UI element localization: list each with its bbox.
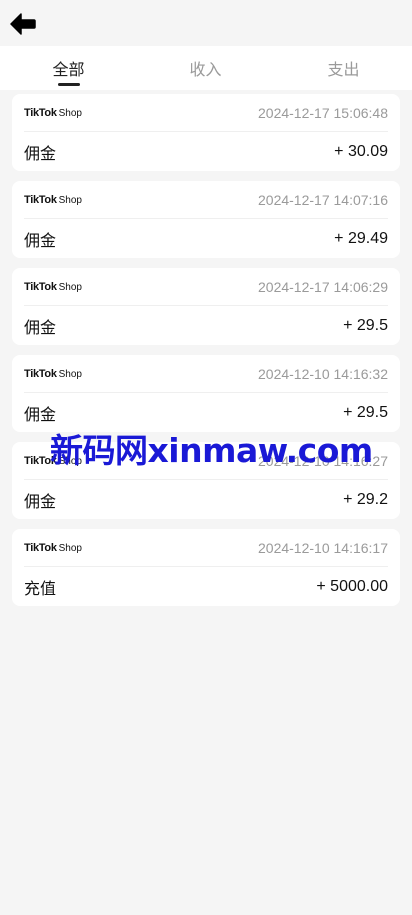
brand-sub: Shop (58, 194, 82, 206)
brand-name: TikTok (24, 541, 57, 554)
card-body: 佣金 + 29.49 (24, 219, 388, 258)
transaction-card[interactable]: TikTok Shop 2024-12-10 14:16:27 佣金 + 29.… (12, 442, 400, 519)
card-body: 佣金 + 29.5 (24, 393, 388, 432)
transaction-type: 佣金 (24, 491, 57, 511)
transaction-type: 佣金 (24, 317, 57, 337)
active-tab-indicator (57, 83, 80, 86)
tiktok-shop-logo: TikTok Shop (24, 107, 82, 119)
transaction-type: 佣金 (24, 404, 57, 424)
transaction-card[interactable]: TikTok Shop 2024-12-17 14:07:16 佣金 + 29.… (12, 181, 400, 258)
card-header: TikTok Shop 2024-12-17 14:06:29 (24, 268, 388, 306)
card-header: TikTok Shop 2024-12-10 14:16:32 (24, 355, 388, 393)
brand-sub: Shop (58, 107, 82, 119)
transaction-type: 佣金 (24, 230, 57, 250)
transaction-time: 2024-12-10 14:16:32 (258, 365, 388, 382)
tab-income[interactable]: 收入 (137, 46, 274, 90)
tiktok-shop-logo: TikTok Shop (24, 455, 82, 467)
transaction-list: TikTok Shop 2024-12-17 15:06:48 佣金 + 30.… (12, 94, 400, 616)
tab-all-label: 全部 (52, 60, 85, 79)
brand-name: TikTok (24, 106, 57, 119)
transaction-card[interactable]: TikTok Shop 2024-12-17 14:06:29 佣金 + 29.… (12, 268, 400, 345)
tiktok-shop-logo: TikTok Shop (24, 542, 82, 554)
transaction-card[interactable]: TikTok Shop 2024-12-17 15:06:48 佣金 + 30.… (12, 94, 400, 171)
tab-expense-label: 支出 (327, 60, 360, 79)
card-header: TikTok Shop 2024-12-17 15:06:48 (24, 94, 388, 132)
tab-expense[interactable]: 支出 (275, 46, 412, 90)
brand-sub: Shop (58, 368, 82, 380)
card-body: 佣金 + 29.5 (24, 306, 388, 345)
card-body: 佣金 + 29.2 (24, 480, 388, 519)
transaction-time: 2024-12-17 14:07:16 (258, 191, 388, 208)
brand-name: TikTok (24, 280, 57, 293)
brand-name: TikTok (24, 454, 57, 467)
transaction-amount: + 29.5 (343, 316, 388, 334)
transaction-amount: + 5000.00 (316, 577, 388, 595)
tiktok-shop-logo: TikTok Shop (24, 194, 82, 206)
transaction-amount: + 29.49 (334, 229, 388, 247)
transaction-type: 佣金 (24, 143, 57, 163)
top-bar (0, 0, 412, 46)
transaction-amount: + 29.2 (343, 490, 388, 508)
brand-sub: Shop (58, 542, 82, 554)
transaction-type: 充值 (24, 578, 57, 598)
card-body: 充值 + 5000.00 (24, 567, 388, 606)
transaction-card[interactable]: TikTok Shop 2024-12-10 14:16:17 充值 + 500… (12, 529, 400, 606)
tab-all[interactable]: 全部 (0, 46, 137, 90)
tiktok-shop-logo: TikTok Shop (24, 281, 82, 293)
transaction-amount: + 29.5 (343, 403, 388, 421)
brand-sub: Shop (58, 281, 82, 293)
filter-tabs: 全部 收入 支出 (0, 46, 412, 90)
card-body: 佣金 + 30.09 (24, 132, 388, 171)
transaction-amount: + 30.09 (334, 142, 388, 160)
card-header: TikTok Shop 2024-12-10 14:16:27 (24, 442, 388, 480)
transaction-time: 2024-12-10 14:16:17 (258, 539, 388, 556)
transaction-time: 2024-12-10 14:16:27 (258, 452, 388, 469)
card-header: TikTok Shop 2024-12-17 14:07:16 (24, 181, 388, 219)
back-button[interactable] (10, 11, 36, 37)
brand-name: TikTok (24, 367, 57, 380)
transaction-time: 2024-12-17 14:06:29 (258, 278, 388, 295)
arrow-left-icon (10, 13, 36, 35)
transaction-card[interactable]: TikTok Shop 2024-12-10 14:16:32 佣金 + 29.… (12, 355, 400, 432)
tab-income-label: 收入 (189, 60, 222, 79)
tiktok-shop-logo: TikTok Shop (24, 368, 82, 380)
card-header: TikTok Shop 2024-12-10 14:16:17 (24, 529, 388, 567)
brand-sub: Shop (58, 455, 82, 467)
transaction-time: 2024-12-17 15:06:48 (258, 104, 388, 121)
brand-name: TikTok (24, 193, 57, 206)
